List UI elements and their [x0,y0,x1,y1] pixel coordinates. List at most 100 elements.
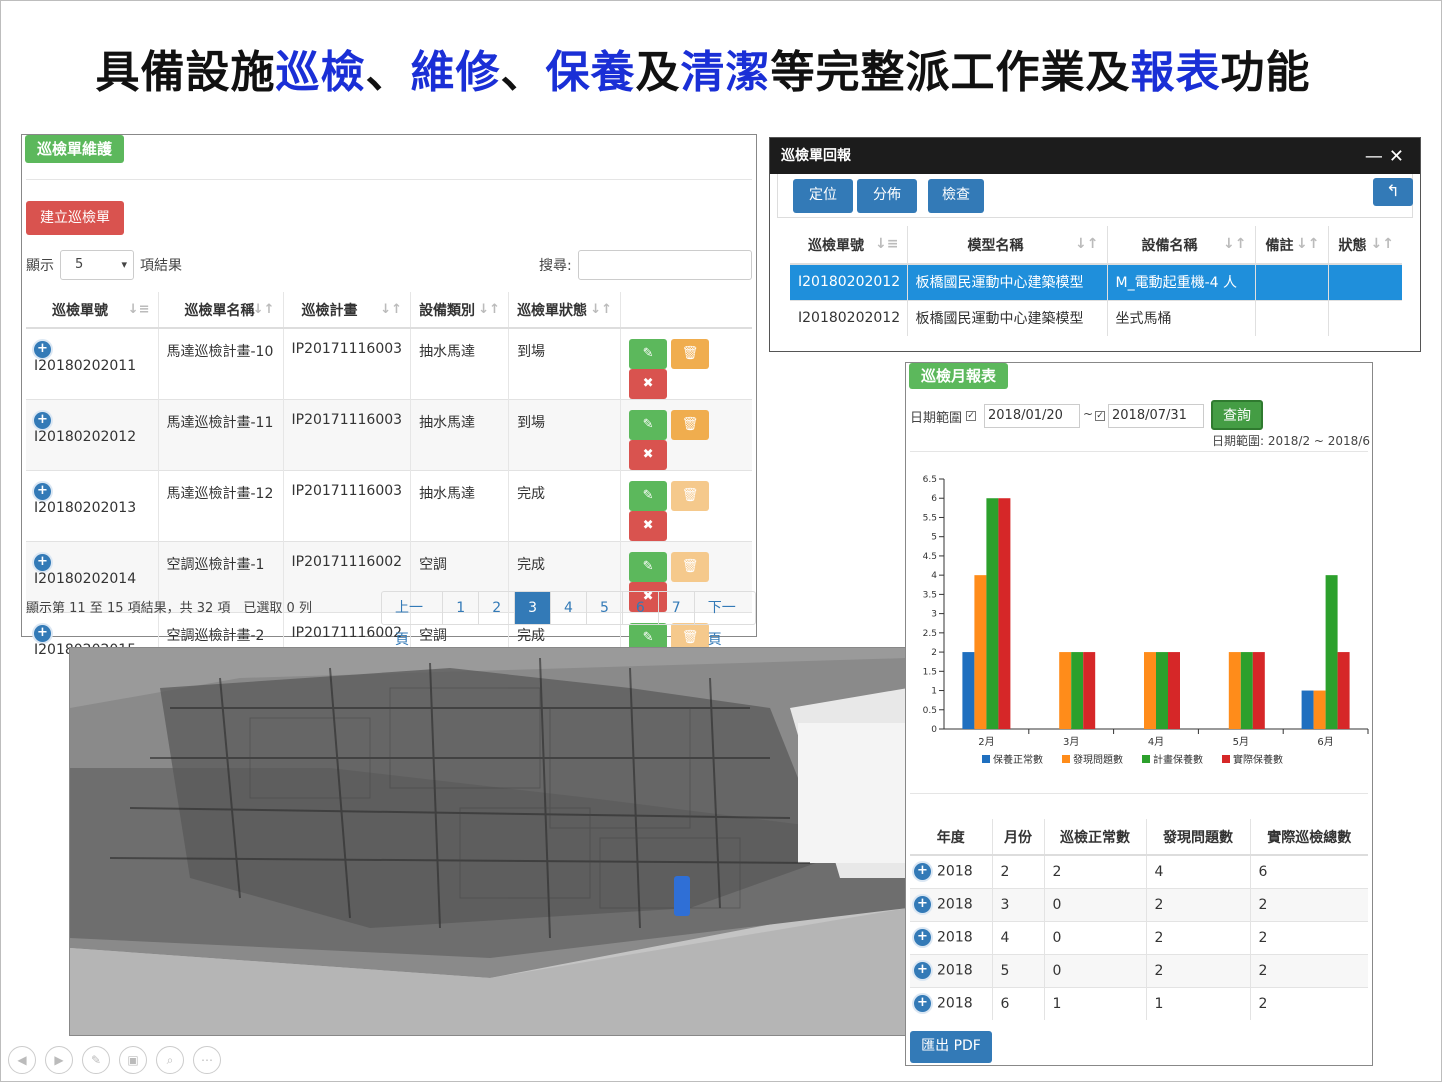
col-header[interactable]: 年度 [910,819,993,856]
expand-icon[interactable]: + [914,896,931,913]
expand-icon[interactable]: + [914,929,931,946]
edit-button[interactable]: ✎ [629,552,668,582]
back-icon[interactable]: ↰ [1373,178,1413,206]
table-row[interactable]: I20180202012 板橋國民運動中心建築模型 M_電動起重機-4 人 [790,263,1402,300]
y-tick-label: 5 [931,533,937,543]
col-header[interactable]: 巡檢單號 ↓≡ [790,226,908,265]
col-header[interactable]: 備註 ↓↑ [1255,226,1329,265]
highlighted-equipment[interactable] [674,876,690,916]
page-1-button[interactable]: 1 [443,592,480,624]
check-button[interactable]: 檢查 [928,179,984,213]
next-page-button[interactable]: 下一頁 [695,592,755,648]
zoom-icon[interactable]: ⌕ [156,1046,184,1074]
col-header[interactable]: 巡檢單號 ↓≡ [26,292,159,329]
locate-button[interactable]: 定位 [793,179,853,213]
table-row[interactable]: +I20180202013 馬達巡檢計畫-12 IP20171116003 抽水馬達… [26,470,752,542]
prev-page-button[interactable]: 上一頁 [382,592,444,648]
edit-button[interactable]: ✎ [629,339,668,369]
bar [986,498,999,729]
expand-icon[interactable]: + [34,412,51,429]
col-header[interactable]: 巡檢單狀態 ↓↑ [508,292,622,329]
dialog-title: 巡檢單回報 [770,138,1420,174]
table-row[interactable]: +I20180202012 馬達巡檢計畫-11 IP20171116003 抽水馬達… [26,399,752,471]
bar [1156,652,1168,729]
legend-swatch [1142,755,1150,763]
date-from-input[interactable]: 2018/01/20 [984,404,1080,428]
expand-icon[interactable]: + [914,962,931,979]
sort-icon: ↓↑ [380,302,403,317]
page-5-button[interactable]: 5 [587,592,623,624]
expand-icon[interactable]: + [34,625,51,642]
y-tick-label: 4 [931,571,937,581]
prev-slide-icon[interactable]: ◀ [8,1046,36,1074]
col-header[interactable]: 巡檢正常數 [1044,819,1147,856]
bar [1144,652,1156,729]
col-header[interactable]: 設備類別 ↓↑ [410,292,510,329]
search-input[interactable] [578,250,752,280]
expand-icon[interactable]: + [34,341,51,358]
more-icon[interactable]: ⋯ [193,1046,221,1074]
col-header[interactable]: 模型名稱 ↓↑ [907,226,1108,265]
expand-icon[interactable]: + [34,483,51,500]
delete-button[interactable]: 🗑 [671,410,710,440]
pagination: 上一頁 1 2 3 4 5 6 7 下一頁 [381,591,756,648]
table-info: 顯示第 11 至 15 項結果，共 32 項 已選取 0 列 [26,601,312,616]
expand-icon[interactable]: + [34,554,51,571]
table-row[interactable]: +2018 6 1 1 2 [910,986,1368,1020]
maintenance-panel: 巡檢單維護 建立巡檢單 顯示 5 項結果 搜尋: 巡檢單號↓≡ 巡檢單名稱↓↑ … [21,134,757,683]
table-row[interactable]: I20180202012 板橋國民運動中心建築模型 坐式馬桶 [790,299,1402,336]
expand-icon[interactable]: + [914,995,931,1013]
bar [998,498,1011,729]
table-row[interactable]: +I20180202011 馬達巡檢計畫-10 IP20171116003 抽水馬達… [26,327,752,400]
pen-icon[interactable]: ✎ [82,1046,110,1074]
bim-3d-view[interactable] [69,647,907,1036]
delete-button: 🗑 [671,481,710,511]
date-to-input[interactable]: 2018/07/31 [1108,404,1204,428]
y-tick-label: 5.5 [923,513,937,523]
export-pdf-button[interactable]: 匯出 PDF [910,1031,992,1063]
col-header[interactable]: 設備名稱 ↓↑ [1107,226,1256,265]
sort-icon: ↓↑ [1370,236,1394,252]
page-6-button[interactable]: 6 [623,592,659,624]
range-text: 日期範圍: 2018/2 ~ 2018/6 [1212,434,1370,448]
col-header[interactable]: 實際巡檢總數 [1250,819,1368,856]
next-slide-icon[interactable]: ▶ [45,1046,73,1074]
cancel-button[interactable]: ✖ [629,511,668,541]
page-size-select[interactable]: 5 [60,250,134,280]
create-inspection-button[interactable]: 建立巡檢單 [26,201,124,235]
distribution-button[interactable]: 分佈 [857,179,917,213]
sort-asc-icon: ↓≡ [127,302,150,317]
table-row[interactable]: +2018 4 0 2 2 [910,920,1368,954]
col-header[interactable]: 狀態 ↓↑ [1328,226,1402,265]
checkbox-to[interactable]: ✓ [1095,411,1105,421]
edit-button[interactable]: ✎ [629,410,668,440]
divider [26,179,752,180]
col-header[interactable]: 巡檢單名稱 ↓↑ [158,292,284,329]
col-header[interactable]: 月份 [992,819,1045,856]
page-2-button[interactable]: 2 [479,592,516,624]
x-tick-label: 6月 [1317,736,1333,748]
col-header[interactable]: 發現問題數 [1146,819,1251,856]
slides-icon[interactable]: ▣ [119,1046,147,1074]
table-row[interactable]: +2018 2 2 4 6 [910,854,1368,888]
cancel-button[interactable]: ✖ [629,440,668,470]
delete-button[interactable]: 🗑 [671,339,710,369]
close-icon[interactable]: ✕ [1389,146,1410,167]
bar [1059,652,1072,729]
x-tick-label: 4月 [1148,736,1164,748]
table-row[interactable]: +2018 3 0 2 2 [910,887,1368,921]
page-3-button[interactable]: 3 [515,592,552,624]
cancel-button[interactable]: ✖ [629,369,668,399]
query-button[interactable]: 查詢 [1211,400,1263,430]
bar [1228,652,1241,729]
show-label: 顯示 [26,258,54,274]
col-header[interactable]: 巡檢計畫 ↓↑ [283,292,412,329]
page-4-button[interactable]: 4 [551,592,587,624]
bar [1240,652,1253,729]
expand-icon[interactable]: + [914,863,931,881]
page-7-button[interactable]: 7 [659,592,695,624]
minimize-icon[interactable]: — [1365,146,1389,167]
checkbox-from[interactable]: ✓ [966,411,976,421]
table-row[interactable]: +2018 5 0 2 2 [910,953,1368,987]
edit-button[interactable]: ✎ [629,481,668,511]
